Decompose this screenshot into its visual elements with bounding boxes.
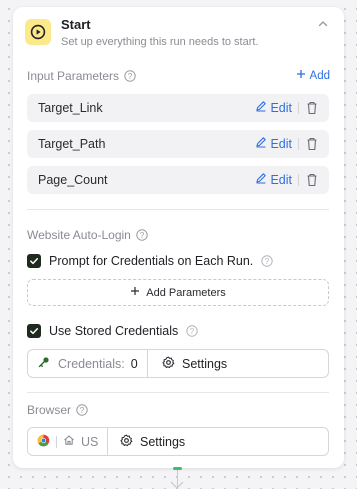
help-circle-icon[interactable]: ? [136,229,148,241]
edit-label: Edit [270,172,292,187]
browser-field: US Settings [27,427,329,456]
svg-text:?: ? [190,327,195,336]
pencil-icon [255,172,267,187]
plus-icon [130,286,140,299]
node-title: Start [61,17,91,32]
browser-section-label: Browser ? [27,403,88,417]
svg-text:?: ? [128,72,133,81]
parameter-row: Target_Link Edit [27,94,329,122]
parameter-name: Target_Link [38,101,103,115]
auto-login-label: Website Auto-Login [27,228,131,242]
settings-label: Settings [182,356,228,371]
plus-icon [296,69,306,82]
trash-icon[interactable] [305,100,319,116]
input-parameters-label: Input Parameters [27,69,120,83]
add-parameter-button[interactable]: Add [296,69,330,82]
section-divider [27,392,329,393]
region-label: US [81,434,99,449]
svg-text:?: ? [80,406,85,415]
node-header[interactable]: Start Set up everything this run needs t… [13,7,344,57]
svg-text:?: ? [140,231,145,240]
prompt-credentials-label: Prompt for Credentials on Each Run. [49,254,254,268]
credentials-field: Credentials: 0 Settings [27,349,329,378]
browser-settings-button[interactable]: Settings [120,428,185,455]
gear-icon [120,434,133,450]
divider [298,174,299,186]
add-parameters-button[interactable]: Add Parameters [27,279,329,306]
input-parameters-section-label: Input Parameters ? [27,69,136,83]
pencil-icon [255,136,267,151]
help-circle-icon[interactable]: ? [76,404,88,416]
prompt-credentials-checkbox[interactable] [27,254,41,268]
divider [298,138,299,150]
add-parameters-label: Add Parameters [146,286,226,299]
edit-parameter-button[interactable]: Edit [255,172,292,187]
chevron-down-icon [168,478,186,489]
help-circle-icon[interactable]: ? [261,255,273,267]
settings-label: Settings [140,434,186,449]
browser-selector[interactable]: US [28,428,108,455]
help-circle-icon[interactable]: ? [124,70,136,82]
divider [298,102,299,114]
stored-credentials-checkbox[interactable] [27,324,41,338]
stored-credentials-option: Use Stored Credentials ? [27,324,198,338]
stored-credentials-label: Use Stored Credentials [49,324,179,338]
credentials-settings-button[interactable]: Settings [162,350,227,377]
play-circle-icon [25,19,51,45]
trash-icon[interactable] [305,172,319,188]
divider [147,350,148,377]
svg-text:?: ? [265,257,270,266]
divider [56,435,57,448]
divider [107,428,108,455]
help-circle-icon[interactable]: ? [186,325,198,337]
trash-icon[interactable] [305,136,319,152]
node-subtitle: Set up everything this run needs to star… [61,36,259,48]
credentials-label: Credentials: [58,356,125,371]
parameter-name: Target_Path [38,137,106,151]
prompt-credentials-option: Prompt for Credentials on Each Run. ? [27,254,273,268]
chevron-up-icon[interactable] [316,17,330,31]
edit-parameter-button[interactable]: Edit [255,100,292,115]
edit-label: Edit [270,100,292,115]
pencil-icon [255,100,267,115]
credentials-count: 0 [130,356,138,371]
edit-label: Edit [270,136,292,151]
parameter-row: Target_Path Edit [27,130,329,158]
edit-parameter-button[interactable]: Edit [255,136,292,151]
parameter-row: Page_Count Edit [27,166,329,194]
credentials-selector[interactable]: Credentials: 0 [28,350,148,377]
parameter-name: Page_Count [38,173,108,187]
chrome-icon [37,434,50,450]
add-label: Add [309,69,330,82]
auto-login-section-label: Website Auto-Login ? [27,228,148,242]
start-node-card: Start Set up everything this run needs t… [13,7,344,468]
browser-label: Browser [27,403,72,417]
connector-handle[interactable] [173,467,182,470]
section-divider [27,209,329,210]
key-icon [38,356,50,371]
home-icon [63,434,75,449]
gear-icon [162,356,175,372]
